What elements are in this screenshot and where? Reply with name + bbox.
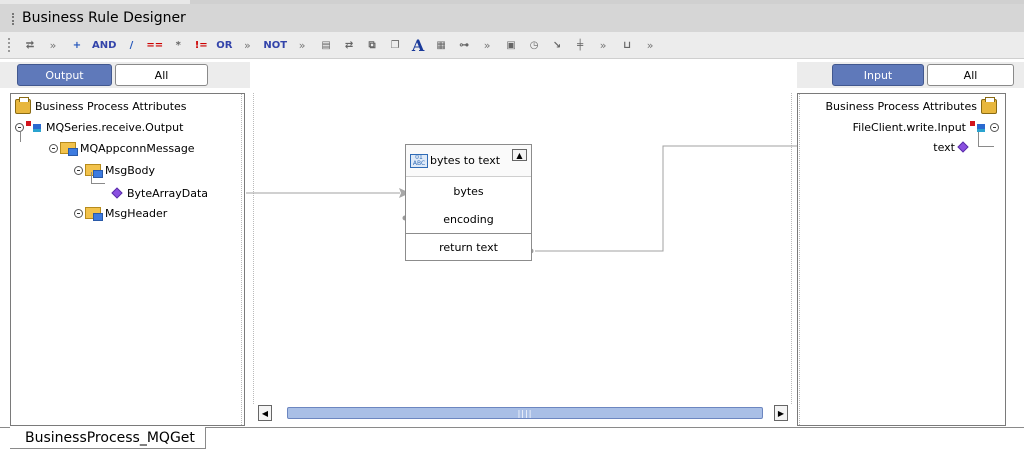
field-diamond-icon bbox=[957, 141, 969, 153]
title-bar: Business Rule Designer bbox=[0, 4, 1024, 32]
tree-node-msg-body[interactable]: MsgBody bbox=[74, 161, 155, 179]
method-param-bytes[interactable]: bytes bbox=[406, 177, 531, 205]
input-tree-panel[interactable]: Business Process Attributes FileClient.w… bbox=[797, 93, 1006, 426]
title-grip[interactable] bbox=[12, 13, 18, 25]
tree-label: MsgBody bbox=[105, 163, 155, 177]
slash-icon[interactable]: / bbox=[123, 36, 139, 55]
table-icon[interactable]: ▣ bbox=[503, 36, 519, 55]
output-tree-panel[interactable]: Business Process Attributes MQSeries.rec… bbox=[10, 93, 245, 426]
or-icon[interactable]: OR bbox=[216, 36, 232, 55]
method-convert-icon: 01 ABC bbox=[410, 153, 428, 168]
canvas-edge-right bbox=[791, 93, 792, 404]
method-result[interactable]: return text bbox=[406, 233, 531, 261]
message-folder-icon bbox=[60, 142, 78, 156]
toolbar-items: ⮂ » + AND / == * != OR » NOT » ▤ ⇄ ⧉ ❐ A ▦ ⊶ » ▣ ◷ ↘ ╪ » ⊔ » bbox=[22, 36, 666, 55]
scroll-thumb[interactable]: |||| bbox=[287, 407, 763, 419]
chain-icon[interactable]: ⊶ bbox=[456, 36, 472, 55]
clock-icon[interactable]: ◷ bbox=[526, 36, 542, 55]
and-icon[interactable]: AND bbox=[92, 36, 116, 55]
tree-root-business-process-attributes-input[interactable]: Business Process Attributes bbox=[825, 96, 1001, 115]
collapse-toggle-icon[interactable] bbox=[15, 122, 24, 132]
method-title: bytes to text bbox=[430, 154, 501, 167]
more-icon[interactable]: » bbox=[479, 36, 495, 55]
tree-node-mq-output[interactable]: MQSeries.receive.Output bbox=[15, 118, 183, 136]
more-icon[interactable]: » bbox=[45, 36, 61, 55]
equals-icon[interactable]: == bbox=[146, 36, 163, 55]
link-icon[interactable]: ⇄ bbox=[341, 36, 357, 55]
tree-label: FileClient.write.Input bbox=[852, 120, 966, 134]
rule-toolbar: ⮂ » + AND / == * != OR » NOT » ▤ ⇄ ⧉ ❐ A ▦ ⊶ » ▣ ◷ ↘ ╪ » ⊔ » bbox=[0, 32, 1024, 59]
more-icon[interactable]: » bbox=[595, 36, 611, 55]
panel-edge bbox=[799, 94, 800, 425]
text-icon[interactable]: A bbox=[410, 36, 426, 55]
canvas-edge-left bbox=[253, 93, 254, 404]
tree-label: MQAppconnMessage bbox=[80, 141, 195, 155]
asterisk-icon[interactable]: * bbox=[170, 36, 186, 55]
expand-toggle-icon[interactable] bbox=[74, 208, 83, 218]
collapse-toggle-icon[interactable] bbox=[49, 143, 58, 153]
tree-leaf-byte-array-data[interactable]: ByteArrayData bbox=[109, 184, 208, 202]
scroll-grip: |||| bbox=[517, 408, 533, 418]
collapse-toggle-icon[interactable] bbox=[74, 165, 83, 175]
copy-icon[interactable]: ⧉ bbox=[364, 36, 380, 55]
tab-input[interactable]: Input bbox=[832, 64, 924, 86]
scroll-right-button[interactable]: ▶ bbox=[774, 405, 788, 421]
field-diamond-icon bbox=[111, 187, 123, 199]
more-icon[interactable]: » bbox=[294, 36, 310, 55]
tab-output-all[interactable]: All bbox=[115, 64, 208, 86]
method-bytes-to-text[interactable]: 01 ABC bytes to text ▲ bytes encoding ret… bbox=[405, 144, 532, 261]
not-icon[interactable]: NOT bbox=[263, 36, 287, 55]
split-icon[interactable]: ╪ bbox=[572, 36, 588, 55]
toolbar-grip-icon[interactable] bbox=[8, 38, 12, 52]
collapse-toggle-icon[interactable] bbox=[990, 122, 999, 132]
panel-edge bbox=[241, 94, 242, 425]
id-icon[interactable]: ↘ bbox=[549, 36, 565, 55]
editor-tab-strip: BusinessProcess_MQGet bbox=[0, 427, 1024, 449]
more-icon[interactable]: » bbox=[239, 36, 255, 55]
window-title: Business Rule Designer bbox=[22, 10, 186, 26]
tree-root-business-process-attributes[interactable]: Business Process Attributes bbox=[15, 96, 187, 115]
paste-icon[interactable]: ❐ bbox=[387, 36, 403, 55]
add-icon[interactable]: + bbox=[69, 36, 85, 55]
tree-label: Business Process Attributes bbox=[825, 99, 977, 113]
tree-line bbox=[91, 172, 105, 184]
business-process-attributes-icon bbox=[15, 96, 31, 114]
tree-node-msg-header[interactable]: MsgHeader bbox=[74, 204, 167, 222]
tree-leaf-text[interactable]: text bbox=[933, 138, 973, 156]
method-header[interactable]: 01 ABC bytes to text ▲ bbox=[406, 145, 531, 177]
scroll-left-button[interactable]: ◀ bbox=[258, 405, 272, 421]
not-equals-icon[interactable]: != bbox=[193, 36, 209, 55]
tree-label: ByteArrayData bbox=[127, 186, 209, 200]
method-param-encoding[interactable]: encoding bbox=[406, 205, 531, 233]
arrow-rule-icon[interactable]: ⮂ bbox=[22, 36, 38, 55]
abc-icon[interactable]: ▦ bbox=[433, 36, 449, 55]
tree-node-mq-conn[interactable]: MQAppconnMessage bbox=[49, 139, 195, 157]
tab-input-all[interactable]: All bbox=[927, 64, 1014, 86]
collapse-method-button[interactable]: ▲ bbox=[512, 149, 527, 161]
tab-businessprocess-mqget[interactable]: BusinessProcess_MQGet bbox=[10, 427, 206, 449]
tree-label: Business Process Attributes bbox=[35, 99, 187, 113]
more-icon[interactable]: » bbox=[642, 36, 658, 55]
tree-line bbox=[20, 132, 21, 142]
tree-label: MQSeries.receive.Output bbox=[46, 120, 184, 134]
horizontal-scrollbar[interactable]: ◀ |||| ▶ bbox=[256, 405, 791, 423]
tree-label: MsgHeader bbox=[105, 206, 168, 220]
business-process-attributes-icon bbox=[981, 96, 997, 114]
tree-line bbox=[978, 132, 994, 147]
length-icon[interactable]: ⊔ bbox=[619, 36, 635, 55]
tab-output[interactable]: Output bbox=[17, 64, 112, 86]
convert-icon[interactable]: ▤ bbox=[318, 36, 334, 55]
structure-icon bbox=[26, 121, 42, 133]
message-folder-icon bbox=[85, 207, 103, 221]
tree-label: text bbox=[933, 140, 955, 154]
